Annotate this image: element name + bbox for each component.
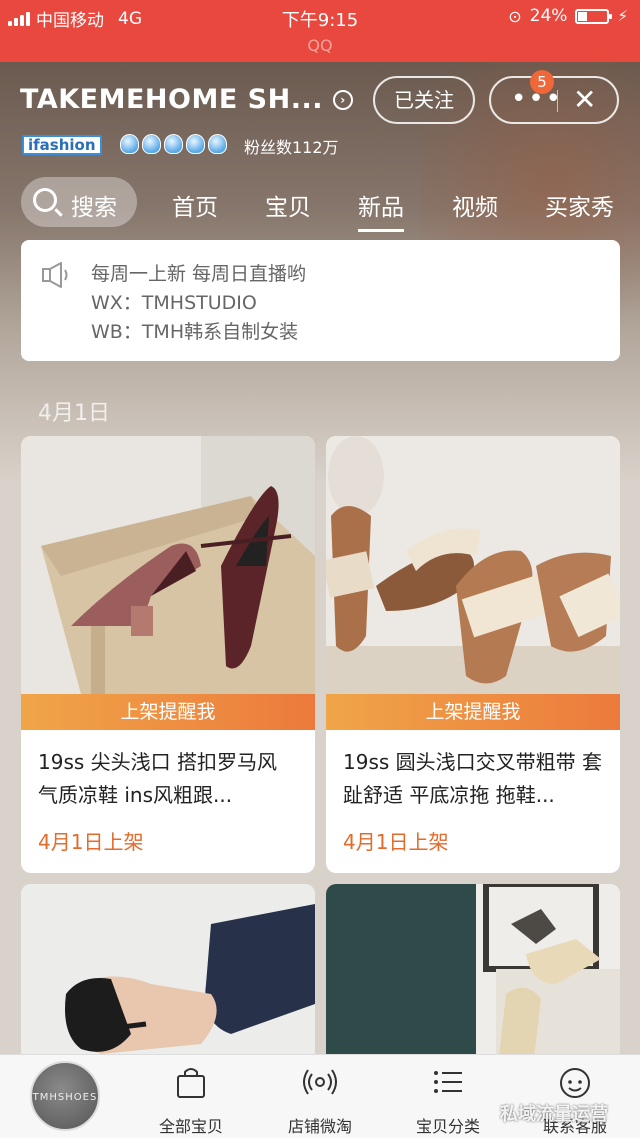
tab-buyer-show[interactable]: 买家秀 xyxy=(545,188,614,222)
search-button[interactable]: 搜索 xyxy=(21,177,137,227)
battery-label: 24% xyxy=(529,6,568,26)
shop-logo[interactable]: TMHSHOES xyxy=(30,1061,100,1131)
all-products-button[interactable]: 全部宝贝 xyxy=(136,1055,246,1138)
product-launch-date: 4月1日上架 xyxy=(343,830,449,854)
product-image[interactable] xyxy=(326,436,620,694)
shop-logo-text: TMHSHOES xyxy=(32,1092,98,1103)
crown-icon xyxy=(186,134,205,154)
tab-products[interactable]: 宝贝 xyxy=(265,188,311,222)
product-title[interactable]: 19ss 圆头浅口交叉带粗带 套趾舒适 平底凉拖 拖鞋... xyxy=(343,746,605,812)
customer-service-icon xyxy=(560,1068,590,1098)
remind-me-button[interactable]: 上架提醒我 xyxy=(326,694,620,730)
menu-capsule: ••• ✕ xyxy=(489,76,619,124)
tab-videos[interactable]: 视频 xyxy=(452,188,498,222)
status-bar: 中国移动 4G 下午9:15 ⊙ 24% ⚡ QQ xyxy=(0,0,640,62)
follow-button[interactable]: 已关注 xyxy=(373,76,475,124)
watermark: 私域流量运营 xyxy=(500,1104,608,1125)
ifashion-label: ifashion xyxy=(28,136,96,154)
battery-icon xyxy=(575,8,613,24)
app-label: QQ xyxy=(307,36,333,55)
remind-me-button[interactable]: 上架提醒我 xyxy=(21,694,315,730)
announcement-line: WX：TMHSTUDIO xyxy=(91,292,257,314)
tab-home[interactable]: 首页 xyxy=(172,188,218,222)
shop-title[interactable]: TAKEMEHOME SH... › xyxy=(20,84,353,115)
announcement-card: 每周一上新 每周日直播哟 WX：TMHSTUDIO WB：TMH韩系自制女装 xyxy=(21,240,620,361)
product-card[interactable]: 上架提醒我 19ss 圆头浅口交叉带粗带 套趾舒适 平底凉拖 拖鞋... 4月1… xyxy=(326,436,620,873)
ifashion-badge: ifashion xyxy=(22,135,102,155)
crown-icon xyxy=(142,134,161,154)
announcement-line: 每周一上新 每周日直播哟 xyxy=(91,263,307,285)
list-icon xyxy=(434,1071,462,1093)
shopping-bag-icon xyxy=(177,1068,205,1098)
broadcast-icon xyxy=(303,1069,337,1095)
crown-icon xyxy=(120,134,139,154)
crown-icon xyxy=(164,134,183,154)
announcement-line: WB：TMH韩系自制女装 xyxy=(91,321,299,343)
fans-count: 粉丝数112万 xyxy=(244,138,339,157)
charging-icon: ⚡ xyxy=(617,7,628,25)
notification-badge: 5 xyxy=(530,70,554,94)
status-right: ⊙ 24% ⚡ xyxy=(508,6,628,26)
rotation-lock-icon: ⊙ xyxy=(508,6,522,26)
shop-name: TAKEMEHOME SH... xyxy=(20,84,323,115)
shop-rating-crowns xyxy=(120,134,227,154)
close-icon[interactable]: ✕ xyxy=(573,84,596,116)
categories-label: 宝贝分类 xyxy=(415,1117,480,1136)
search-icon xyxy=(33,188,57,212)
product-launch-date: 4月1日上架 xyxy=(38,830,144,854)
tab-new-arrivals[interactable]: 新品 xyxy=(358,188,404,232)
categories-button[interactable]: 宝贝分类 xyxy=(393,1055,503,1138)
product-card[interactable]: 上架提醒我 19ss 尖头浅口 搭扣罗马风 气质凉鞋 ins风粗跟... 4月1… xyxy=(21,436,315,873)
all-products-label: 全部宝贝 xyxy=(158,1117,223,1136)
speaker-icon xyxy=(42,262,68,288)
shop-feed-button[interactable]: 店铺微淘 xyxy=(265,1055,375,1138)
announcement-text: 每周一上新 每周日直播哟 WX：TMHSTUDIO WB：TMH韩系自制女装 xyxy=(91,260,306,347)
crown-icon xyxy=(208,134,227,154)
product-title[interactable]: 19ss 尖头浅口 搭扣罗马风 气质凉鞋 ins风粗跟... xyxy=(38,746,300,812)
date-group-label: 4月1日 xyxy=(38,401,110,426)
chevron-right-icon: › xyxy=(332,89,353,110)
product-image[interactable] xyxy=(21,436,315,694)
shop-feed-label: 店铺微淘 xyxy=(287,1117,352,1136)
capsule-divider xyxy=(557,90,558,112)
search-label: 搜索 xyxy=(71,195,117,221)
